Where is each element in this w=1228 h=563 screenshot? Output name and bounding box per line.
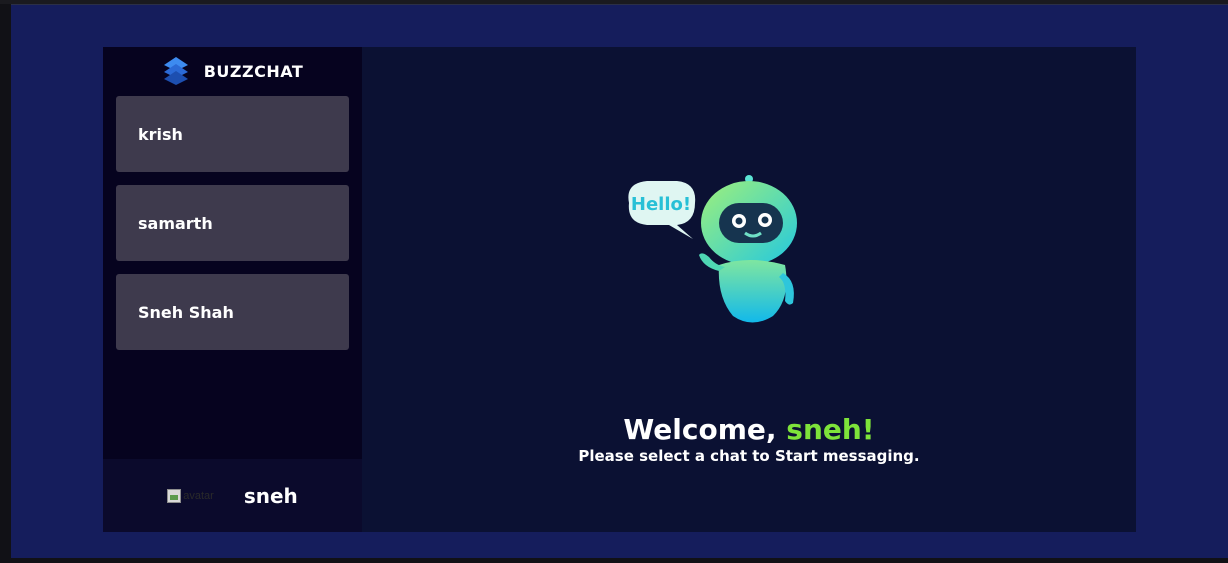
robot-hello-icon: Hello! — [607, 173, 807, 328]
chat-app-container: BUZZCHAT krish samarth Sneh Shah avatar … — [103, 47, 1136, 532]
brand-header: BUZZCHAT — [103, 47, 362, 95]
contact-list: krish samarth Sneh Shah — [103, 95, 362, 350]
welcome-username: sneh! — [786, 413, 875, 446]
contact-item-samarth[interactable]: samarth — [116, 185, 349, 261]
contact-item-sneh-shah[interactable]: Sneh Shah — [116, 274, 349, 350]
welcome-greeting: Welcome, — [623, 413, 777, 446]
broken-image-icon — [167, 488, 182, 503]
avatar: avatar — [167, 488, 214, 503]
brand-name: BUZZCHAT — [203, 61, 304, 81]
current-user-panel: avatar sneh — [103, 459, 362, 532]
avatar-alt-text: avatar — [183, 489, 214, 502]
bubble-text: Hello! — [631, 194, 691, 215]
welcome-heading: Welcome, sneh! — [362, 413, 1136, 447]
buzzchat-logo-icon — [162, 56, 190, 86]
current-user-name: sneh — [243, 483, 298, 508]
sidebar: BUZZCHAT krish samarth Sneh Shah avatar … — [103, 47, 362, 532]
welcome-panel: Hello! Welcome, sneh! Please select a ch… — [362, 47, 1136, 532]
contact-item-krish[interactable]: krish — [116, 96, 349, 172]
welcome-subtitle: Please select a chat to Start messaging. — [578, 447, 920, 465]
